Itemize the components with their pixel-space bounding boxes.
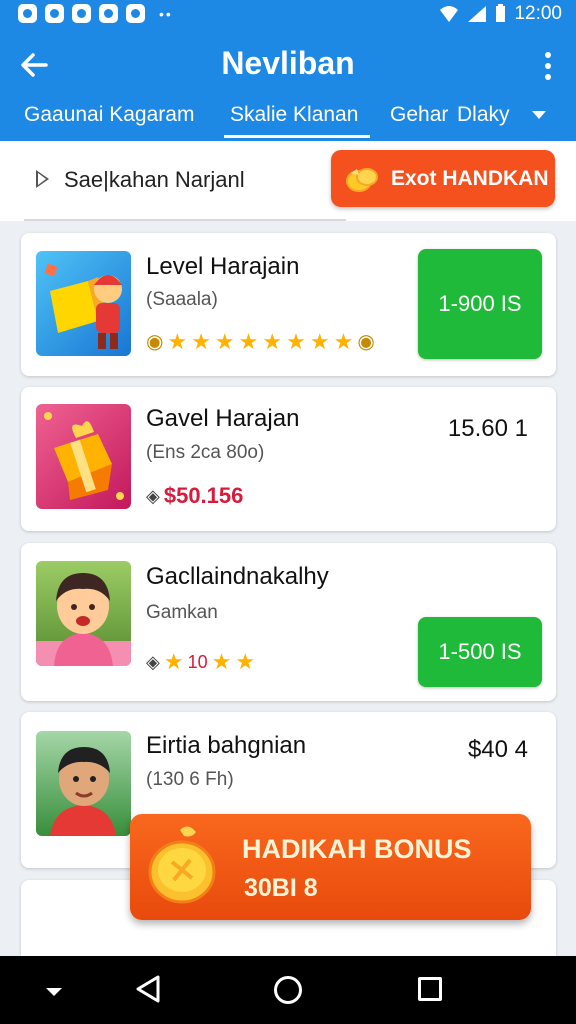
hide-keyboard-icon[interactable] <box>46 988 62 996</box>
buy-button[interactable]: 1-500 IS <box>418 617 542 687</box>
play-icon <box>36 170 49 188</box>
item-price: 15.60 1 <box>447 415 528 442</box>
star-icon: ★ <box>238 328 259 354</box>
tag-icon: ◈ <box>146 485 160 506</box>
search-underline <box>24 219 346 221</box>
tab-dlaky[interactable]: Dlaky <box>457 103 510 127</box>
list-item[interactable]: Gavel Harajan (Ens 2ca 80o) ◈ $50.156 15… <box>21 387 556 531</box>
item-title: Eirtia bahgnian <box>146 732 307 759</box>
item-subtitle: (130 6 Fh) <box>146 769 234 790</box>
status-bar: •• 12:00 <box>0 0 576 27</box>
star-icon: ★ <box>235 649 256 674</box>
nav-back-icon[interactable] <box>134 974 162 1004</box>
gift-box-icon <box>44 412 124 500</box>
exot-handkan-label: Exot HANDKAN <box>391 166 549 190</box>
star-icon: ★ <box>262 328 283 354</box>
star-icon: ★ <box>211 649 232 674</box>
item-subtitle: (Saaala) <box>146 289 218 310</box>
system-nav-bar <box>0 956 576 1024</box>
nav-recents-icon[interactable] <box>418 977 442 1001</box>
more-notifications-icon: •• <box>159 5 173 22</box>
item-subtitle: Gamkan <box>146 602 218 623</box>
child-portrait-icon <box>36 573 131 666</box>
rating-row: ◈ ★ 10 ★ ★ <box>146 651 255 673</box>
notification-icon <box>72 4 91 23</box>
notification-icon <box>18 4 37 23</box>
star-icon: ★ <box>309 328 330 354</box>
item-title: Gavel Harajan <box>146 405 300 432</box>
app-bar: Nevliban Gaaunai Kagaram Skalie Klanan G… <box>0 27 576 141</box>
notification-icons: •• <box>18 4 173 23</box>
item-title: Level Harajain <box>146 253 300 280</box>
child-portrait-icon <box>50 747 116 836</box>
search-input[interactable]: Sae|kahan Narjanl <box>64 167 245 193</box>
star-icon: ★ <box>333 328 354 354</box>
tab-gehar[interactable]: Gehar <box>390 103 448 127</box>
notification-icon <box>126 4 145 23</box>
list-item[interactable]: Level Harajain (Saaala) ◉ ★ ★ ★ ★ ★ ★ ★ … <box>21 233 556 376</box>
gold-coin-icon <box>148 826 216 904</box>
notification-icon <box>45 4 64 23</box>
coins-icon <box>346 167 378 192</box>
more-options-icon[interactable] <box>536 49 560 83</box>
star-icon: ★ <box>163 649 184 674</box>
star-icon: ★ <box>191 328 211 354</box>
child-avatar-thumbnail <box>36 561 131 666</box>
box-character-icon <box>44 263 122 349</box>
bonus-value: 30BI 8 <box>244 874 318 902</box>
gift-box-thumbnail <box>36 251 131 356</box>
gift-thumbnail <box>36 404 131 509</box>
coin-icon: ◉ <box>357 331 375 353</box>
battery-icon <box>496 4 506 22</box>
bonus-banner[interactable]: HADIKAH BONUS 30BI 8 <box>130 814 531 920</box>
buy-button[interactable]: 1-900 IS <box>418 249 542 359</box>
clock: 12:00 <box>514 2 562 24</box>
rating-text: 10 <box>187 651 208 672</box>
exot-handkan-button[interactable]: Exot HANDKAN <box>331 150 555 207</box>
star-icon: ★ <box>167 328 188 354</box>
page-title: Nevliban <box>221 45 355 81</box>
item-price: $40 4 <box>467 736 528 763</box>
rating-row: ◉ ★ ★ ★ ★ ★ ★ ★ ★ ◉ <box>146 329 375 354</box>
star-icon: ★ <box>214 328 235 354</box>
coin-icon: ◉ <box>146 331 164 353</box>
search-row: Sae|kahan Narjanl Exot HANDKAN <box>0 141 576 221</box>
item-title: Gacllaindnakalhy <box>146 563 329 590</box>
tab-gaaunai-kagaram[interactable]: Gaaunai Kagaram <box>24 103 194 127</box>
price-row: ◈ $50.156 <box>146 483 243 509</box>
diamond-icon: ◈ <box>146 651 160 672</box>
child-avatar-thumbnail <box>36 731 131 836</box>
item-subtitle: (Ens 2ca 80o) <box>146 442 265 463</box>
signal-icon <box>468 5 487 22</box>
notification-icon <box>99 4 118 23</box>
tab-bar: Gaaunai Kagaram Skalie Klanan Gehar Dlak… <box>0 101 576 141</box>
sale-price: $50.156 <box>163 483 244 508</box>
chevron-down-icon[interactable] <box>532 111 546 119</box>
tab-skalie-klanan[interactable]: Skalie Klanan <box>230 103 358 127</box>
list-item[interactable]: Gacllaindnakalhy Gamkan ◈ ★ 10 ★ ★ 1-500… <box>21 543 556 701</box>
nav-home-icon[interactable] <box>274 976 302 1004</box>
wifi-icon <box>440 5 459 22</box>
star-icon: ★ <box>286 328 306 354</box>
active-tab-indicator <box>224 135 370 138</box>
bonus-title: HADIKAH BONUS <box>242 834 472 864</box>
